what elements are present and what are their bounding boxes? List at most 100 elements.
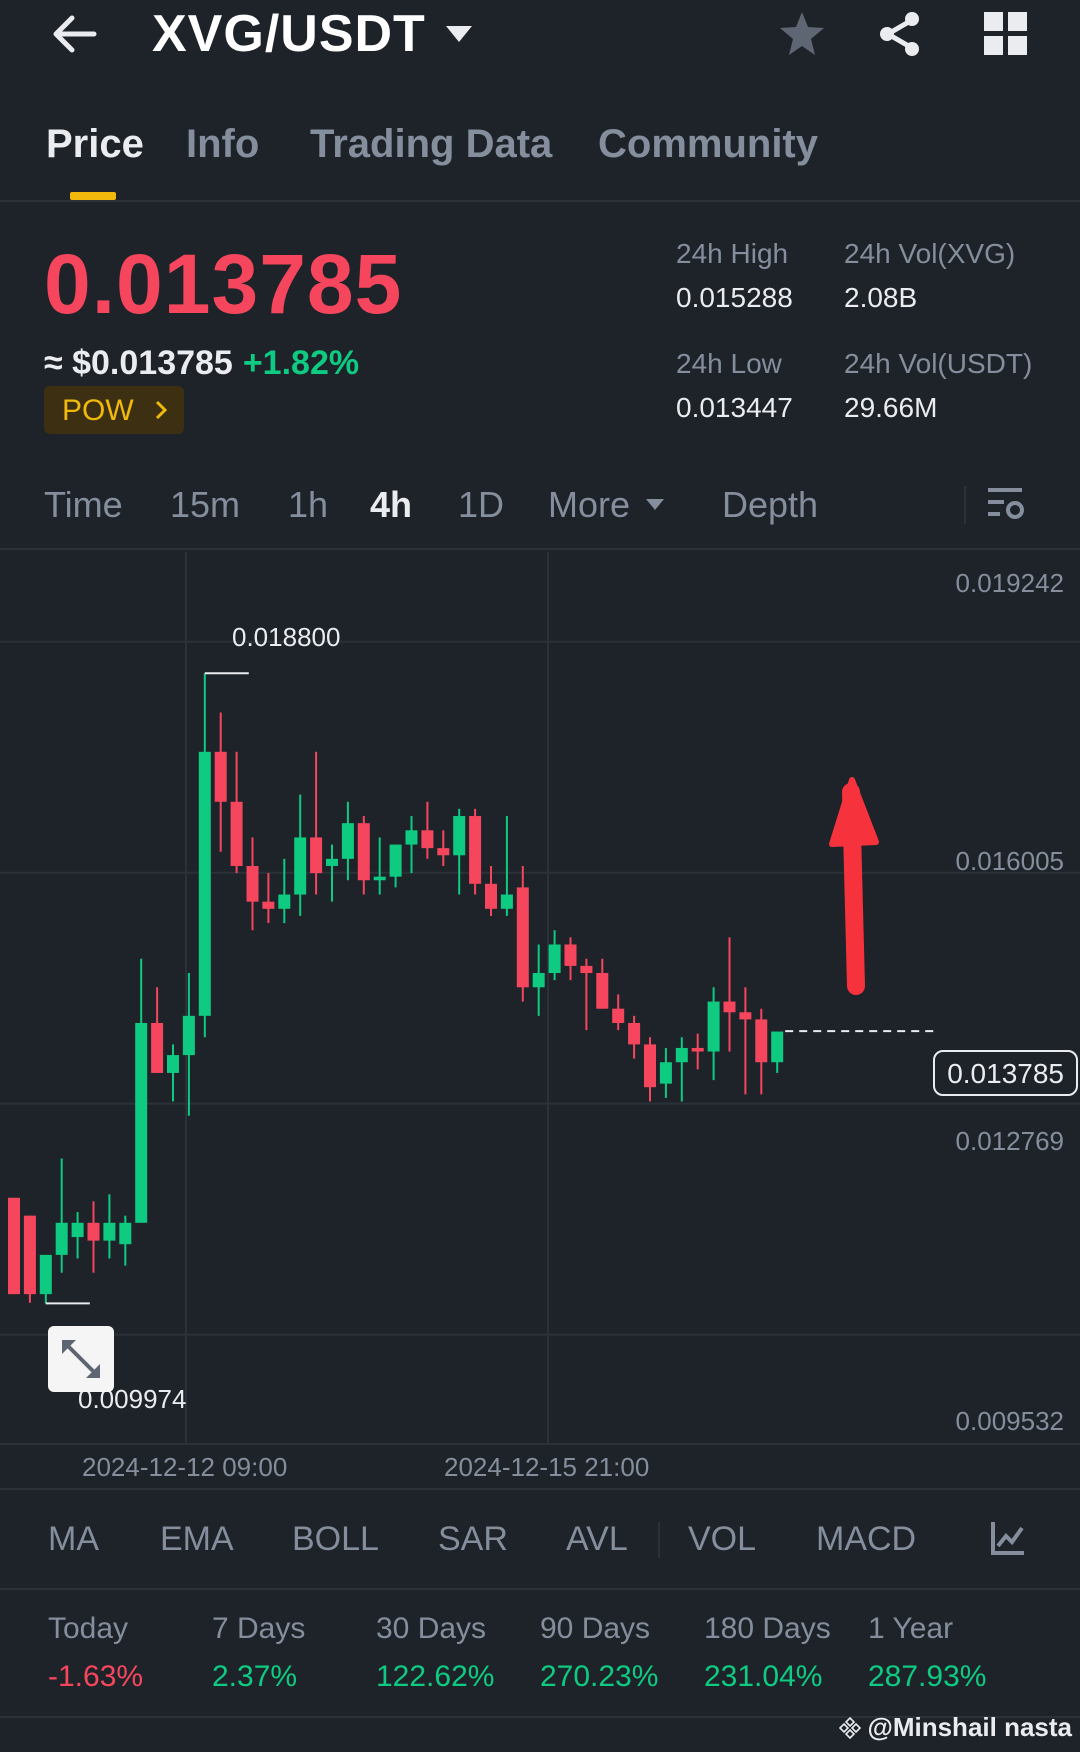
candle-body (310, 837, 323, 874)
perf-value-180d: 231.04% (704, 1660, 823, 1693)
perf-value-1y: 287.93% (868, 1660, 987, 1693)
price-axis-label: 0.019242 (955, 568, 1064, 598)
candle-body (485, 883, 497, 909)
pow-tag-label: POW (62, 394, 134, 427)
indicator-macd[interactable]: MACD (816, 1520, 916, 1559)
perf-value-7d: 2.37% (212, 1660, 298, 1693)
perf-label-90d: 90 Days (540, 1612, 651, 1645)
candle-body (437, 848, 450, 856)
perf-label-1y: 1 Year (868, 1612, 954, 1645)
candle-body (691, 1047, 704, 1052)
pow-tag[interactable]: POW (44, 386, 184, 434)
candle-body (103, 1222, 116, 1241)
perf-value-90d: 270.23% (540, 1660, 659, 1693)
watermark: @Minshail nasta (839, 1712, 1072, 1743)
candle-body (628, 1022, 641, 1045)
tab-community[interactable]: Community (598, 122, 818, 167)
candle-body (151, 1022, 164, 1073)
tab-trading-data[interactable]: Trading Data (310, 122, 552, 167)
top-bar: XVG/USDT (0, 0, 1080, 80)
candle-body (294, 837, 307, 895)
indicator-bar: MA EMA BOLL SAR AVL VOL MACD (0, 1488, 1080, 1590)
divider (658, 1522, 660, 1558)
low-label: 24h Low (676, 348, 782, 379)
fullscreen-button[interactable] (48, 1326, 114, 1392)
candle-body (262, 901, 275, 909)
high-value: 0.015288 (676, 282, 793, 313)
candlestick-chart[interactable]: 0.019242 0.016005 0.012769 0.009532 0.01… (0, 552, 1080, 1488)
candle-body (357, 823, 370, 881)
caret-down-icon (646, 499, 665, 510)
chart-canvas (0, 552, 1080, 1445)
indicator-sar[interactable]: SAR (438, 1520, 508, 1559)
price-change: +1.82% (242, 344, 360, 382)
expand-icon (62, 1340, 100, 1378)
candle-body (71, 1222, 84, 1238)
candle-body (596, 973, 609, 1009)
candle-body (723, 1001, 736, 1013)
candle-body (707, 1001, 720, 1052)
candle-body (198, 751, 211, 1016)
current-price-tag: 0.013785 (933, 1050, 1078, 1096)
binance-logo-icon (839, 1717, 862, 1739)
interval-1h[interactable]: 1h (288, 484, 328, 526)
candle-body (421, 830, 434, 849)
star-icon[interactable] (776, 8, 828, 60)
interval-4h[interactable]: 4h (370, 484, 412, 526)
tab-info[interactable]: Info (186, 122, 259, 167)
candle-body (182, 1015, 195, 1056)
candle-body (612, 1008, 625, 1023)
high-marker-label: 0.018800 (232, 622, 341, 652)
interval-time[interactable]: Time (44, 484, 123, 526)
usd-price-line: ≈ $0.013785 +1.82% (44, 344, 359, 383)
indicator-vol[interactable]: VOL (688, 1520, 756, 1559)
candle-body (659, 1062, 672, 1084)
interval-bar: Time 15m 1h 4h 1D More Depth (0, 470, 1080, 550)
indicator-ema[interactable]: EMA (160, 1520, 234, 1559)
interval-depth[interactable]: Depth (722, 484, 818, 526)
candle-body (548, 944, 561, 974)
candle-body (469, 816, 482, 884)
vol-base-label: 24h Vol(XVG) (844, 238, 1016, 269)
candle-body (167, 1055, 179, 1073)
price-axis-label: 0.009532 (955, 1406, 1064, 1436)
indicator-boll[interactable]: BOLL (292, 1520, 379, 1559)
candle-body (119, 1222, 132, 1245)
candle-body (739, 1012, 752, 1020)
indicator-avl[interactable]: AVL (566, 1520, 628, 1559)
divider (964, 486, 966, 524)
candle-body (87, 1222, 100, 1241)
grid-icon[interactable] (980, 8, 1032, 60)
indicator-ma[interactable]: MA (48, 1520, 99, 1559)
candle-body (453, 816, 466, 856)
interval-1d[interactable]: 1D (458, 484, 504, 526)
back-arrow-icon[interactable] (48, 8, 100, 60)
candle-body (214, 751, 227, 802)
candle-body (278, 894, 291, 909)
candle-body (246, 865, 259, 902)
interval-15m[interactable]: 15m (170, 484, 240, 526)
candle-body (532, 973, 545, 988)
candle-body (405, 830, 418, 845)
candle-body (135, 1022, 148, 1223)
candle-body (755, 1019, 768, 1063)
tab-bar: Price Info Trading Data Community (0, 100, 1080, 202)
share-icon[interactable] (874, 8, 926, 60)
candle-body (55, 1222, 68, 1255)
tab-price[interactable]: Price (46, 122, 144, 167)
indicator-settings-icon[interactable] (990, 1520, 1026, 1556)
candle-body (230, 801, 243, 866)
perf-label-180d: 180 Days (704, 1612, 831, 1645)
perf-label-7d: 7 Days (212, 1612, 306, 1645)
chart-settings-icon[interactable] (986, 484, 1026, 524)
active-tab-indicator (70, 192, 116, 200)
candle-body (8, 1197, 20, 1295)
time-axis-label: 2024-12-12 09:00 (82, 1452, 288, 1482)
interval-more[interactable]: More (548, 484, 666, 526)
low-value: 0.013447 (676, 392, 793, 423)
perf-label-today: Today (48, 1612, 129, 1645)
caret-down-icon[interactable] (444, 24, 474, 44)
pair-title[interactable]: XVG/USDT (152, 4, 426, 64)
candle-body (771, 1031, 784, 1063)
candle-body (341, 823, 354, 859)
